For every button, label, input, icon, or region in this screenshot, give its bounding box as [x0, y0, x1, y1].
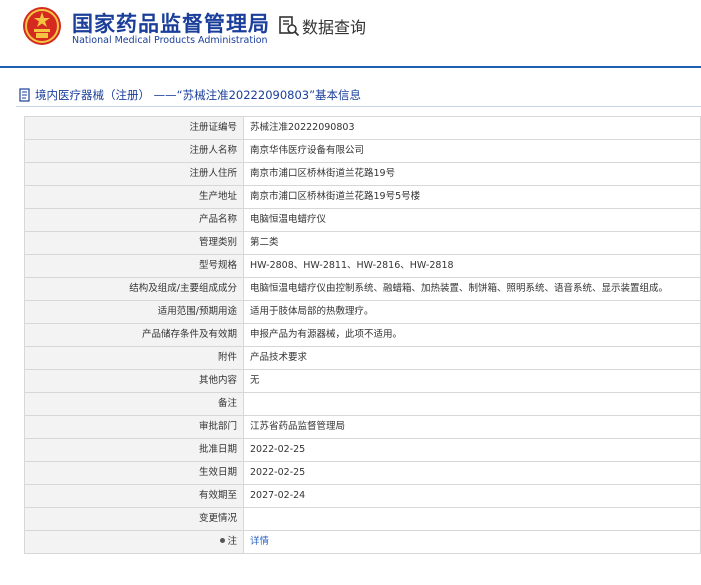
national-emblem-icon[interactable]: [22, 6, 62, 46]
detail-label: 管理类别: [24, 231, 244, 255]
detail-row: 生效日期 2022-02-25: [24, 461, 701, 485]
detail-row: 审批部门 江苏省药品监督管理局: [24, 415, 701, 439]
detail-row: 型号规格 HW-2808、HW-2811、HW-2816、HW-2818: [24, 254, 701, 278]
detail-value: 南京市浦口区桥林街道兰花路19号: [243, 162, 701, 186]
panel-title-bar: 境内医疗器械（注册） ——“苏械注准20222090803”基本信息: [16, 84, 701, 107]
detail-row: 管理类别 第二类: [24, 231, 701, 255]
detail-label: 生效日期: [24, 461, 244, 485]
detail-row: 注册人名称 南京华伟医疗设备有限公司: [24, 139, 701, 163]
detail-label-text: 型号规格: [198, 260, 237, 271]
detail-value: 南京华伟医疗设备有限公司: [243, 139, 701, 163]
detail-row: 产品储存条件及有效期 申报产品为有源器械，此项不适用。: [24, 323, 701, 347]
detail-label: 变更情况: [24, 507, 244, 531]
detail-label-text: 批准日期: [198, 444, 237, 455]
detail-label-text: 备注: [217, 398, 237, 409]
dot-icon: [220, 538, 226, 543]
detail-label-text: 变更情况: [198, 513, 237, 524]
detail-row: 生产地址 南京市浦口区桥林街道兰花路19号5号楼: [24, 185, 701, 209]
data-query-label: 数据查询: [302, 18, 367, 37]
detail-label-text: 注册证编号: [189, 122, 237, 133]
detail-label: 有效期至: [24, 484, 244, 508]
panel-title: 境内医疗器械（注册） ——“苏械注准20222090803”基本信息: [35, 88, 362, 102]
detail-label: 审批部门: [24, 415, 244, 439]
detail-value: 申报产品为有源器械，此项不适用。: [243, 323, 701, 347]
detail-value: 2027-02-24: [243, 484, 701, 508]
detail-row: 适用范围/预期用途 适用于肢体局部的热敷理疗。: [24, 300, 701, 324]
detail-value: 江苏省药品监督管理局: [243, 415, 701, 439]
detail-value: 苏械注准20222090803: [243, 116, 701, 140]
detail-label: 结构及组成/主要组成成分: [24, 277, 244, 301]
detail-value: HW-2808、HW-2811、HW-2816、HW-2818: [243, 254, 701, 278]
detail-label: 型号规格: [24, 254, 244, 278]
detail-label: 其他内容: [24, 369, 244, 393]
data-query-icon: [279, 16, 300, 37]
detail-label: 附件: [24, 346, 244, 370]
detail-label-text: 生效日期: [198, 467, 237, 478]
detail-label-text: 有效期至: [198, 490, 237, 501]
detail-label: 适用范围/预期用途: [24, 300, 244, 324]
detail-row: 注册人住所 南京市浦口区桥林街道兰花路19号: [24, 162, 701, 186]
detail-label: 注册人名称: [24, 139, 244, 163]
detail-label-text: 管理类别: [198, 237, 237, 248]
detail-value: 产品技术要求: [243, 346, 701, 370]
detail-label: 注册证编号: [24, 116, 244, 140]
detail-value: 2022-02-25: [243, 438, 701, 462]
detail-row: 附件 产品技术要求: [24, 346, 701, 370]
site-subtitle: National Medical Products Administration: [72, 35, 268, 46]
detail-value: 电脑恒温电蜡疗仪由控制系统、融蜡箱、加热装置、制饼箱、照明系统、语音系统、显示装…: [243, 277, 701, 301]
detail-label-text: 注: [227, 536, 237, 547]
detail-row: 变更情况: [24, 507, 701, 531]
site-header: 国家药品监督管理局 National Medical Products Admi…: [0, 0, 701, 66]
detail-label: 产品名称: [24, 208, 244, 232]
detail-row: 其他内容无: [24, 369, 701, 393]
detail-label-text: 产品名称: [198, 214, 237, 225]
detail-value: 电脑恒温电蜡疗仪: [243, 208, 701, 232]
detail-row: 注详情: [24, 530, 701, 554]
detail-value: [243, 507, 701, 531]
detail-label: 生产地址: [24, 185, 244, 209]
detail-label-text: 注册人住所: [189, 168, 237, 179]
detail-label: 备注: [24, 392, 244, 416]
detail-row: 批准日期 2022-02-25: [24, 438, 701, 462]
detail-label: 注: [24, 530, 244, 554]
detail-label-text: 结构及组成/主要组成成分: [129, 283, 237, 294]
detail-label-text: 其他内容: [198, 375, 237, 386]
detail-label-text: 产品储存条件及有效期: [141, 329, 237, 340]
detail-label-text: 注册人名称: [189, 145, 237, 156]
detail-label-text: 审批部门: [198, 421, 237, 432]
detail-value: 2022-02-25: [243, 461, 701, 485]
detail-row: 备注: [24, 392, 701, 416]
detail-value: 适用于肢体局部的热敷理疗。: [243, 300, 701, 324]
detail-label: 产品储存条件及有效期: [24, 323, 244, 347]
detail-label-text: 附件: [217, 352, 237, 363]
details-link[interactable]: 详情: [243, 530, 701, 554]
site-title[interactable]: 国家药品监督管理局: [72, 8, 270, 38]
detail-value: [243, 392, 701, 416]
detail-row: 注册证编号 苏械注准20222090803: [24, 116, 701, 140]
detail-label: 批准日期: [24, 438, 244, 462]
device-detail-table: 注册证编号 苏械注准20222090803 注册人名称 南京华伟医疗设备有限公司 注册人…: [24, 116, 701, 554]
detail-row: 产品名称 电脑恒温电蜡疗仪: [24, 208, 701, 232]
data-query-link[interactable]: 数据查询: [278, 14, 366, 38]
detail-row: 结构及组成/主要组成成分 电脑恒温电蜡疗仪由控制系统、融蜡箱、加热装置、制饼箱、照…: [24, 277, 701, 301]
detail-row: 有效期至 2027-02-24: [24, 484, 701, 508]
detail-label-text: 生产地址: [198, 191, 237, 202]
header-divider: [0, 66, 701, 68]
detail-value: 南京市浦口区桥林街道兰花路19号5号楼: [243, 185, 701, 209]
detail-value: 第二类: [243, 231, 701, 255]
document-icon: [19, 88, 30, 102]
detail-label: 注册人住所: [24, 162, 244, 186]
detail-label-text: 适用范围/预期用途: [157, 306, 237, 317]
detail-value: 无: [243, 369, 701, 393]
